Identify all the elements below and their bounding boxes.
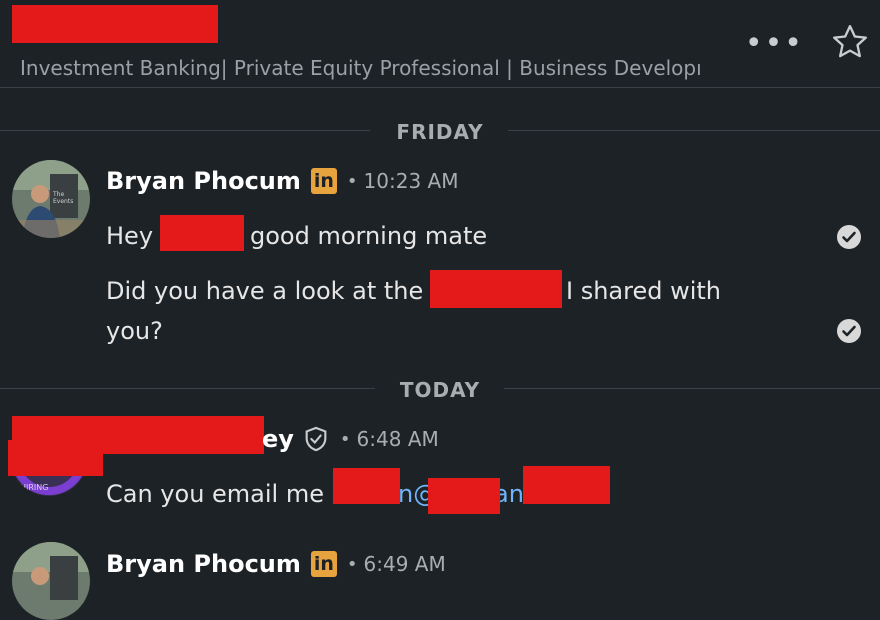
contact-headline: Investment Banking| Private Equity Profe… — [20, 56, 702, 80]
header-divider — [0, 87, 880, 88]
redacted-name — [160, 215, 244, 251]
avatar[interactable] — [12, 542, 90, 620]
hiring-frame-label: HIRING — [20, 483, 48, 492]
day-divider-label: TODAY — [399, 378, 481, 402]
linkedin-badge-icon: in — [310, 551, 337, 577]
day-divider-friday: FRIDAY — [0, 120, 880, 144]
sender-name[interactable]: Bryan Phocum — [106, 550, 301, 578]
message-text: good morning mate — [250, 222, 488, 250]
message-text: Did you have a look at the — [106, 277, 424, 305]
message-header: Bryan Phocum in • 6:49 AM — [106, 547, 446, 581]
read-receipt-icon — [837, 225, 861, 249]
avatar[interactable]: The Events — [12, 160, 90, 238]
day-divider-label: FRIDAY — [396, 120, 484, 144]
message-time: 6:49 AM — [363, 552, 446, 576]
message-header: Bryan Phocum in • 10:23 AM — [106, 164, 458, 198]
redacted-email — [523, 466, 610, 504]
day-divider-today: TODAY — [0, 378, 880, 402]
redacted-email — [428, 478, 500, 514]
sender-name[interactable]: Bryan Phocum — [106, 167, 301, 195]
message-text: you? — [106, 317, 163, 345]
redacted-email — [333, 468, 400, 504]
redacted-sender-name — [8, 440, 103, 476]
verified-shield-icon — [302, 425, 330, 453]
svg-text:Events: Events — [53, 198, 73, 205]
header-actions: ••• — [745, 22, 870, 66]
message-text: Hey — [106, 222, 154, 250]
message-header: ey • 6:48 AM — [262, 422, 439, 456]
more-options-icon[interactable]: ••• — [745, 29, 804, 59]
message-time: 6:48 AM — [356, 427, 439, 451]
message-text: I shared with — [566, 277, 722, 305]
message-text: Can you email me — [106, 480, 324, 508]
separator-dot: • — [346, 170, 358, 192]
redacted-contact-name — [12, 5, 218, 43]
linkedin-badge-icon: in — [310, 168, 337, 194]
message-time: 10:23 AM — [363, 169, 459, 193]
star-icon[interactable] — [830, 22, 870, 66]
read-receipt-icon — [837, 319, 861, 343]
separator-dot: • — [346, 553, 358, 575]
separator-dot: • — [339, 428, 351, 450]
sender-name[interactable]: ey — [262, 425, 294, 453]
redacted-item — [430, 270, 562, 308]
svg-text:The: The — [52, 191, 64, 198]
